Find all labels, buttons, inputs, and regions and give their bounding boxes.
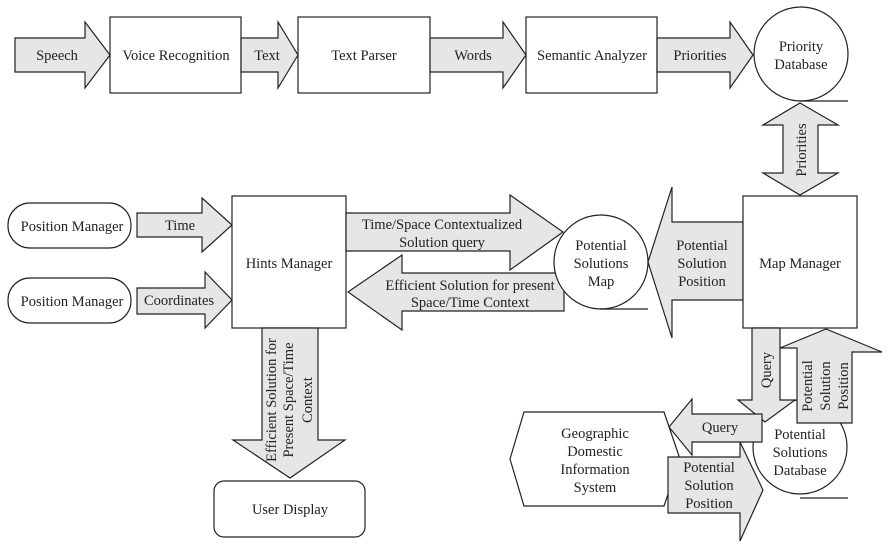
node-label: Map [588,274,615,290]
edge-label: Position [836,361,852,409]
edge-label: Present Space/Time [281,342,297,457]
arrow-potential-solution-position-right: Potential Solution Position [667,441,764,542]
system-diagram: Speech Voice Recognition Text Text Parse… [7,6,883,542]
edge-label: Context [300,377,316,423]
node-priority-database: Priority Database [753,6,849,102]
edge-label: Priorities [673,48,727,64]
node-map-manager: Map Manager [742,195,858,329]
node-label: Domestic [567,444,623,460]
arrow-contextualized-query: Time/Space Contextualized Solution query [345,193,565,272]
node-label: Semantic Analyzer [537,48,647,64]
edge-label: Potential [676,238,728,254]
node-position-manager-2: Position Manager [7,277,132,324]
node-label: Map Manager [759,256,841,272]
node-label: Solutions [574,256,629,272]
edge-label: Efficient Solution for present [385,278,554,294]
edge-label: Position [678,274,726,290]
edge-label: Solution [818,361,834,411]
edge-label: Time/Space Contextualized [362,217,523,233]
node-label: Database [774,57,827,73]
edge-label: Position [685,496,733,512]
node-semantic-analyzer: Semantic Analyzer [525,16,658,94]
edge-label: Potential [683,460,735,476]
arrow-coordinates: Coordinates [136,270,233,330]
arrow-time: Time [136,196,233,254]
node-hints-manager: Hints Manager [231,195,347,329]
arrow-priorities: Priorities [656,20,754,90]
edge-label: Potential [800,360,816,412]
edge-label: Efficient Solution for [264,338,280,462]
arrow-priorities-vertical: Priorities [760,102,841,196]
node-label: Information [560,462,630,478]
arrow-efficient-solution-down: Efficient Solution for Present Space/Tim… [231,327,347,479]
node-text-parser: Text Parser [297,16,431,94]
edge-label: Text [254,48,280,64]
node-label: Potential [575,238,627,254]
arrow-efficient-solution: Efficient Solution for present Space/Tim… [346,253,565,332]
edge-label: Speech [36,48,79,64]
node-label: Voice Recognition [122,48,230,64]
edge-label: Solution query [399,235,486,251]
node-label: Text Parser [331,48,397,64]
edge-label: Solution [684,478,734,494]
node-label: Database [773,463,826,479]
arrow-words: Words [429,20,527,90]
node-label: User Display [252,502,329,518]
edge-label: Query [759,351,775,388]
node-potential-solutions-map: Potential Solutions Map [553,214,649,310]
edge-label: Query [702,420,739,436]
node-label: Potential [774,427,826,443]
node-label: Priority [779,39,824,55]
arrow-potential-solution-position-left: Potential Solution Position [647,186,744,339]
arrow-speech: Speech [14,20,111,90]
node-label: Position Manager [21,294,124,310]
node-label: Hints Manager [246,256,333,272]
node-user-display: User Display [213,480,366,538]
edge-label: Priorities [794,123,810,177]
node-label: Position Manager [21,219,124,235]
edge-label: Time [165,218,195,234]
node-label: Solutions [773,445,828,461]
edge-label: Solution [677,256,727,272]
node-geographic-system: Geographic Domestic Information System [509,411,681,507]
arrow-text: Text [240,19,299,91]
edge-label: Words [454,48,492,64]
edge-label: Coordinates [144,293,214,309]
node-position-manager-1: Position Manager [7,202,132,249]
edge-label: Space/Time Context [411,295,529,311]
node-voice-recognition: Voice Recognition [109,16,242,94]
node-label: Geographic [561,426,629,442]
node-label: System [574,480,617,496]
